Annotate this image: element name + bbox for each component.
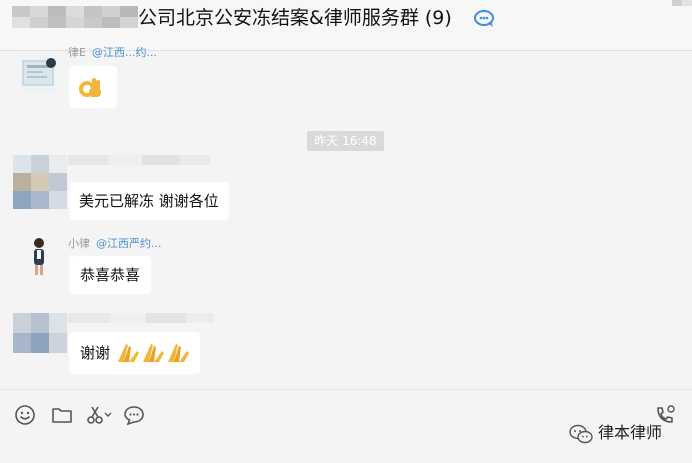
document-avatar-icon [22,58,56,86]
wechat-icon [569,424,593,443]
message-bubble-congrats[interactable]: 恭喜恭喜 [69,256,152,294]
lawyer-avatar-icon [34,238,44,275]
folded-hands-emoji [117,344,139,362]
message-text: 美元已解冻 谢谢各位 [79,192,219,210]
chat-title: 公司北京公安冻结案&律师服务群 (9) [138,7,452,29]
blurred-corner [672,0,692,12]
avatar-blurred-1[interactable] [13,155,67,209]
sender-row-3: 小律 @江西严约... [68,235,162,251]
folded-hands-emoji [167,344,189,362]
message-text: 恭喜恭喜 [80,266,141,284]
sender-at-link[interactable]: @江西严约... [96,237,162,250]
watermark-text: 律本律师 [598,423,663,442]
message-bubble-unfrozen[interactable]: 美元已解冻 谢谢各位 [69,182,229,220]
ok-hand-emoji [79,78,101,97]
sender-name: 小律 [68,237,90,250]
emoji-icon[interactable] [14,404,36,426]
avatar-xiaolv[interactable] [20,235,58,279]
sender-at-link[interactable]: @江西...约... [92,46,157,59]
time-divider: 昨天 16:48 [307,131,384,151]
input-toolbar: 律本律师 [0,390,692,463]
blurred-sender-name [68,155,210,165]
message-bubble-thanks[interactable]: 谢谢 [69,332,200,374]
account-watermark: 律本律师 [568,420,662,446]
message-bubble-ok[interactable] [69,66,117,108]
sender-row-1: 律E @江西...约... [68,44,157,60]
sender-name: 律E [68,46,86,59]
folder-icon[interactable] [51,404,73,426]
chat-bubble-icon[interactable] [123,404,145,426]
folded-hands-emoji [142,344,164,362]
message-list[interactable]: 律E @江西...约... 昨天 16:48 美元已解冻 谢谢各位 小律 @江西严约… [0,46,692,387]
group-chat-icon[interactable] [473,8,497,28]
avatar-blurred-2[interactable] [13,313,67,353]
blurred-sender-name [68,313,214,323]
scissors-icon[interactable] [86,404,112,426]
blurred-title-prefix [12,6,138,28]
message-text: 谢谢 [80,344,111,362]
avatar-lawyer-e[interactable] [20,55,58,93]
